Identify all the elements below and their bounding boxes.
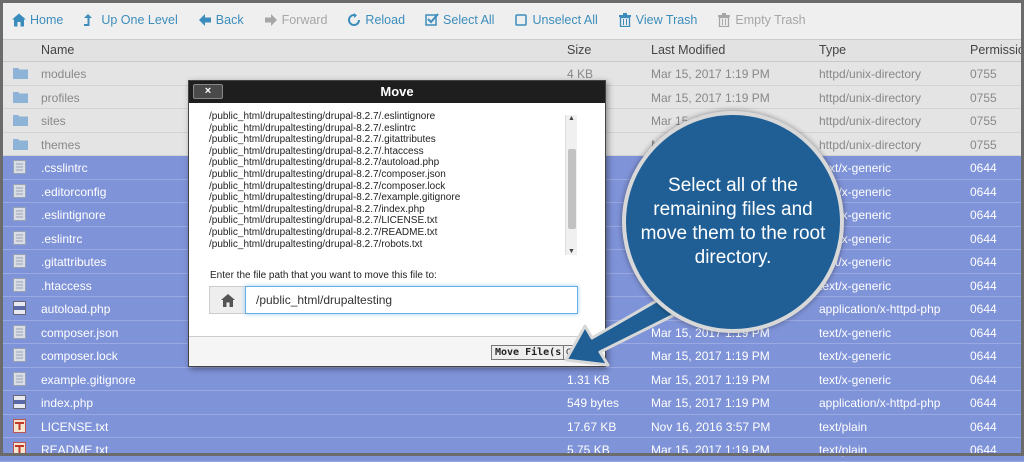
instruction-callout: Select all of the remaining files and mo… xyxy=(622,111,844,333)
callout-arrow xyxy=(564,294,678,367)
callout-text: Select all of the remaining files and mo… xyxy=(640,175,826,268)
